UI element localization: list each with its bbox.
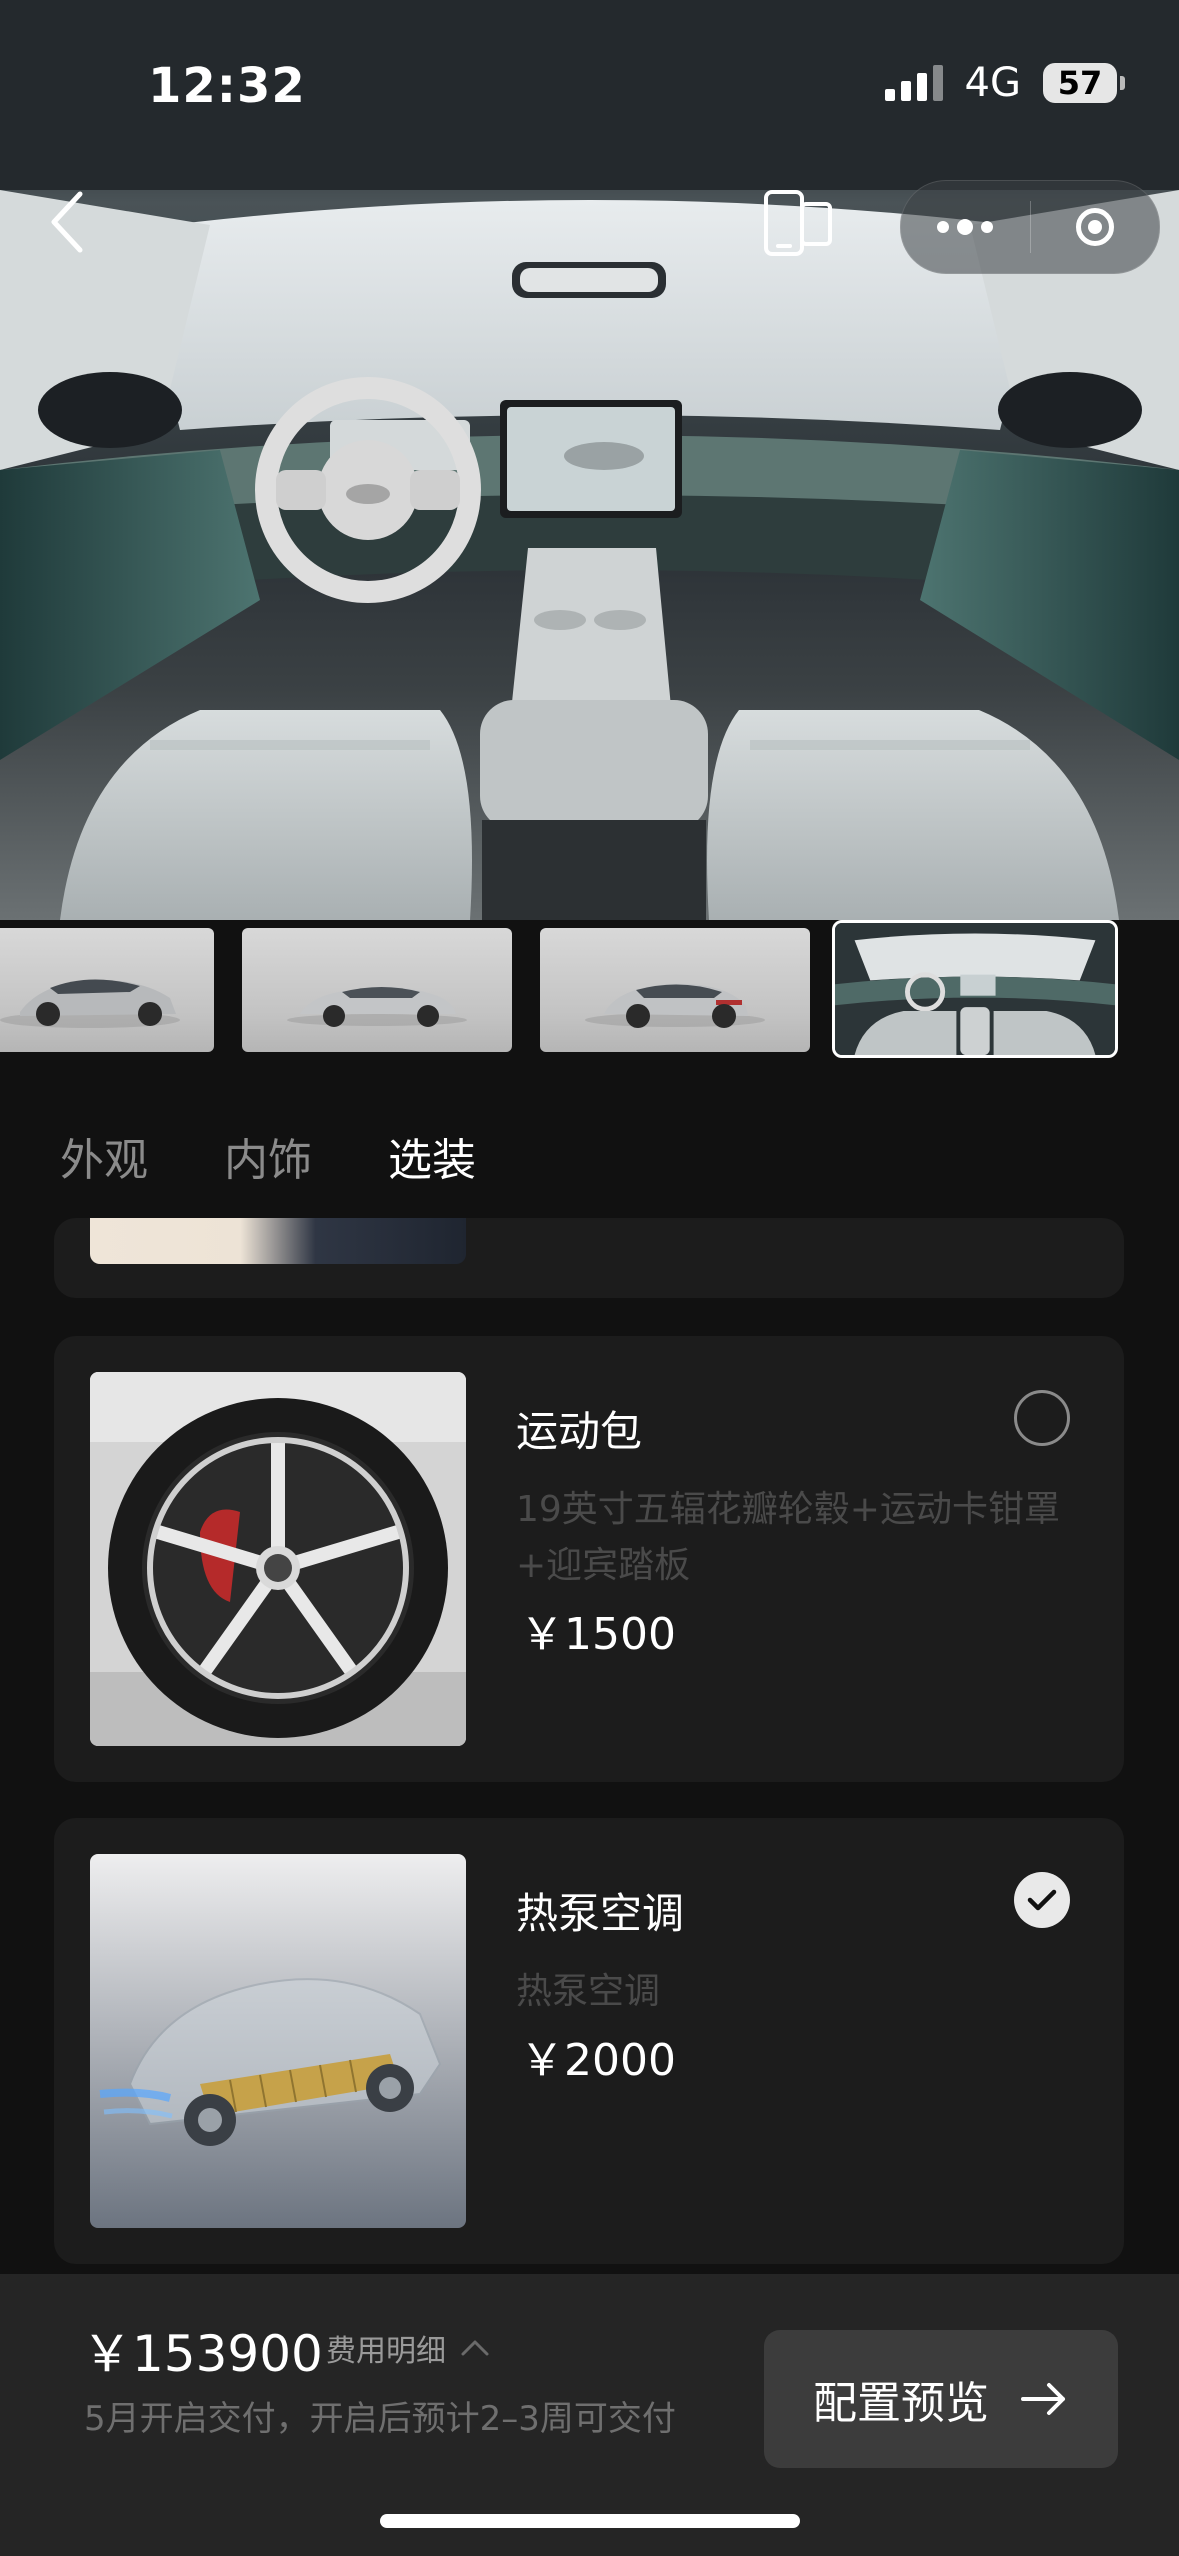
cost-detail-label: 费用明细	[326, 2334, 446, 2369]
home-indicator[interactable]	[380, 2514, 800, 2528]
option-price: ￥1500	[520, 1609, 676, 1660]
car-interior-illustration	[0, 0, 1179, 920]
device-switch-button[interactable]	[760, 188, 836, 260]
chevron-up-icon	[461, 2340, 489, 2356]
thumbnail-exterior-front[interactable]	[0, 928, 214, 1052]
option-price: ￥2000	[520, 2035, 676, 2086]
car-rear-image	[585, 983, 765, 1028]
option-card-heat-pump[interactable]: 热泵空调 热泵空调 ￥2000	[54, 1818, 1124, 2264]
chevron-left-icon	[51, 191, 83, 253]
category-tabs: 外观 内饰 选装	[60, 1124, 476, 1188]
total-price: ￥153900	[82, 2325, 323, 2383]
option-title: 热泵空调	[516, 1889, 685, 1938]
config-preview-label: 配置预览	[813, 2378, 989, 2429]
tab-options[interactable]: 选装	[388, 1124, 476, 1188]
car-side-image	[287, 986, 467, 1027]
miniprogram-capsule	[900, 180, 1160, 274]
option-description: 热泵空调	[516, 1971, 661, 2012]
dot-icon	[957, 219, 974, 235]
car-front-image	[0, 979, 180, 1028]
checkmark-icon	[1027, 1889, 1057, 1911]
option-image	[90, 1218, 466, 1264]
target-icon	[1075, 208, 1114, 246]
signal-icon	[884, 65, 943, 101]
thumbnail-exterior-rear[interactable]	[540, 928, 810, 1052]
phone-tablet-icon	[764, 190, 832, 256]
tab-exterior[interactable]: 外观	[60, 1124, 148, 1188]
network-type: 4G	[964, 60, 1021, 106]
option-description: 19英寸五辐花瓣轮毂+运动卡钳罩+迎宾踏板	[516, 1489, 1060, 1586]
option-card-sport-package[interactable]: 运动包 19英寸五辐花瓣轮毂+运动卡钳罩+迎宾踏板 ￥1500	[54, 1336, 1124, 1782]
car-interior-image	[835, 923, 1115, 1055]
more-button[interactable]	[901, 181, 1030, 273]
status-time: 12:32	[148, 58, 306, 114]
config-preview-button[interactable]: 配置预览	[764, 2330, 1118, 2468]
dot-icon	[981, 221, 994, 233]
option-image-chassis	[90, 1854, 466, 2228]
cost-detail-toggle[interactable]: 费用明细	[326, 2326, 490, 2370]
back-button[interactable]	[40, 182, 100, 262]
status-indicators: 4G 57	[884, 60, 1125, 106]
option-title: 运动包	[516, 1407, 643, 1456]
delivery-note: 5月开启交付，开启后预计2–3周可交付	[84, 2399, 676, 2439]
option-select-radio[interactable]	[1014, 1390, 1070, 1446]
option-select-radio-checked[interactable]	[1014, 1872, 1070, 1928]
option-card-partial[interactable]	[54, 1218, 1124, 1298]
thumbnail-interior[interactable]	[832, 920, 1118, 1058]
dot-icon	[937, 221, 950, 233]
gallery-thumbnails	[0, 920, 1179, 1058]
tab-interior[interactable]: 内饰	[224, 1124, 312, 1188]
option-image-wheel	[90, 1372, 466, 1746]
arrow-right-icon	[1021, 2383, 1065, 2415]
battery-icon: 57	[1043, 63, 1125, 103]
hero-image: 12:32 4G 57	[0, 0, 1179, 920]
close-miniprogram-button[interactable]	[1031, 181, 1160, 273]
thumbnail-exterior-side[interactable]	[242, 928, 512, 1052]
